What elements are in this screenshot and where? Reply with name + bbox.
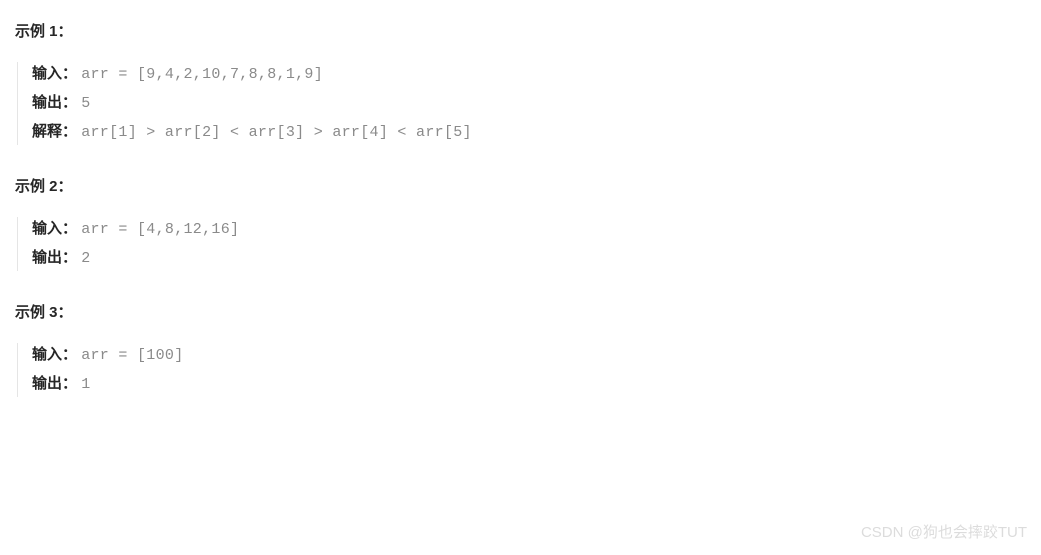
explain-line: 解释： arr[1] > arr[2] < arr[3] > arr[4] < … <box>32 120 1026 145</box>
example-block: 输入： arr = [9,4,2,10,7,8,8,1,9] 输出： 5 解释：… <box>17 62 1026 145</box>
explain-label: 解释： <box>32 123 77 140</box>
input-line: 输入： arr = [100] <box>32 343 1026 368</box>
input-label: 输入： <box>32 346 77 363</box>
output-code: 1 <box>81 376 90 393</box>
output-line: 输出： 1 <box>32 372 1026 397</box>
example-heading: 示例 2： <box>15 175 1026 199</box>
explain-code: arr[1] > arr[2] < arr[3] > arr[4] < arr[… <box>81 124 472 141</box>
output-code: 2 <box>81 250 90 267</box>
output-label: 输出： <box>32 375 77 392</box>
input-code: arr = [9,4,2,10,7,8,8,1,9] <box>81 66 323 83</box>
input-label: 输入： <box>32 65 77 82</box>
input-line: 输入： arr = [9,4,2,10,7,8,8,1,9] <box>32 62 1026 87</box>
input-code: arr = [4,8,12,16] <box>81 221 239 238</box>
input-line: 输入： arr = [4,8,12,16] <box>32 217 1026 242</box>
example-block: 输入： arr = [4,8,12,16] 输出： 2 <box>17 217 1026 271</box>
input-code: arr = [100] <box>81 347 183 364</box>
example-2: 示例 2： 输入： arr = [4,8,12,16] 输出： 2 <box>15 175 1026 271</box>
watermark: CSDN @狗也会摔跤TUT <box>861 521 1027 545</box>
output-label: 输出： <box>32 249 77 266</box>
example-block: 输入： arr = [100] 输出： 1 <box>17 343 1026 397</box>
example-heading: 示例 3： <box>15 301 1026 325</box>
output-code: 5 <box>81 95 90 112</box>
example-heading: 示例 1： <box>15 20 1026 44</box>
output-line: 输出： 5 <box>32 91 1026 116</box>
output-line: 输出： 2 <box>32 246 1026 271</box>
output-label: 输出： <box>32 94 77 111</box>
input-label: 输入： <box>32 220 77 237</box>
example-3: 示例 3： 输入： arr = [100] 输出： 1 <box>15 301 1026 397</box>
example-1: 示例 1： 输入： arr = [9,4,2,10,7,8,8,1,9] 输出：… <box>15 20 1026 145</box>
